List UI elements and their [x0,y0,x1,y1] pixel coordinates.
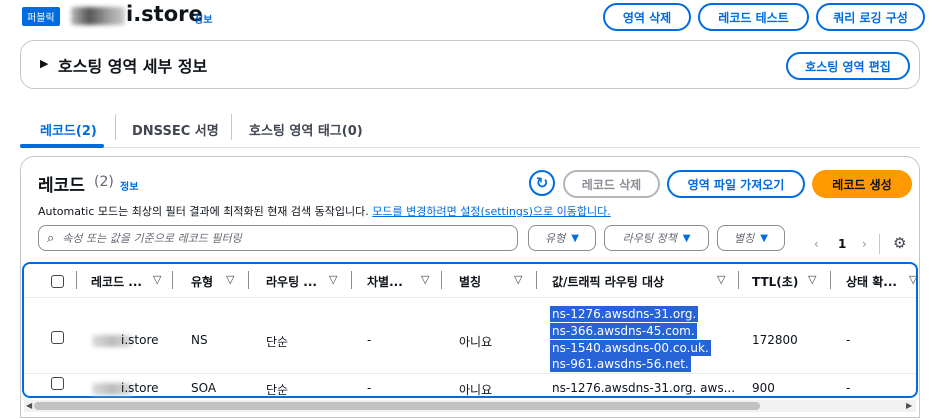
tabs-baseline [20,147,920,148]
column-header-alias[interactable]: 별칭 [459,273,481,290]
records-info-link[interactable]: 정보 [120,178,138,193]
select-all-checkbox[interactable] [51,275,64,288]
next-page-icon[interactable]: › [862,237,867,251]
column-divider[interactable] [172,271,173,289]
sort-icon[interactable]: ▽ [329,273,337,286]
column-divider[interactable] [536,271,537,289]
column-header-record-name[interactable]: 레코드 ... [91,273,142,290]
edit-zone-button[interactable]: 호스팅 영역 편집 [786,52,910,80]
record-value-line: ns-366.awsdns-45.com. [550,323,697,339]
scrollbar-thumb[interactable] [34,402,760,410]
type-filter-select[interactable]: 유형 ▼ [528,225,596,251]
record-ttl: 172800 [752,333,798,347]
delete-zone-button[interactable]: 영역 삭제 [603,3,691,31]
sort-icon[interactable]: ▽ [514,273,522,286]
caret-down-icon: ▼ [571,232,579,244]
record-name: i.store [121,333,159,347]
scroll-left-icon[interactable]: ◀ [26,401,32,410]
sort-icon[interactable]: ▽ [717,273,725,286]
caret-down-icon: ▼ [760,232,768,244]
search-mode-description: Automatic 모드는 최상의 필터 결과에 최적화된 현재 검색 동작입니… [38,203,611,219]
details-title[interactable]: 호스팅 영역 세부 정보 [58,53,207,77]
redacted-zone-prefix [71,7,125,25]
record-differentiator: - [367,381,372,395]
column-divider[interactable] [441,271,442,289]
tab-dnssec[interactable]: DNSSEC 서명 [132,120,219,139]
record-value-line: ns-1276.awsdns-31.org. [550,306,699,322]
sort-icon[interactable]: ▽ [909,273,917,286]
column-header-health-check[interactable]: 상태 확... [846,273,897,290]
description-text: Automatic 모드는 최상의 필터 결과에 최적화된 현재 검색 동작입니… [38,205,369,218]
create-record-button[interactable]: 레코드 생성 [812,170,912,198]
column-header-ttl[interactable]: TTL(초) [752,273,798,290]
prev-page-icon[interactable]: ‹ [814,237,819,251]
active-tab-indicator [20,144,104,148]
search-placeholder: 속성 또는 값을 기준으로 레코드 필터링 [62,232,242,245]
column-header-differentiator[interactable]: 차별... [367,273,403,290]
public-badge: 퍼블릭 [22,7,60,26]
refresh-icon[interactable]: ↻ [529,170,555,196]
record-health-check: - [846,333,851,347]
record-health-check: - [846,381,851,395]
page-title: i.store [126,2,203,26]
record-type: SOA [191,381,217,395]
sort-icon[interactable]: ▽ [421,273,429,286]
record-name: i.store [121,381,159,395]
header-row-divider [24,297,916,298]
column-divider[interactable] [248,271,249,289]
records-title: 레코드 [38,176,85,196]
import-zone-file-button[interactable]: 영역 파일 가져오기 [667,170,805,198]
settings-link[interactable]: 모드를 변경하려면 설정(settings)으로 이동합니다. [372,205,610,218]
column-divider[interactable] [351,271,352,289]
sort-icon[interactable]: ▽ [153,273,161,286]
row-divider [24,373,916,374]
pagination-divider [879,234,880,254]
column-divider [76,271,77,289]
current-page[interactable]: 1 [838,237,846,251]
record-differentiator: - [367,333,372,347]
row-checkbox[interactable] [51,331,64,344]
record-type: NS [191,333,208,347]
column-divider[interactable] [738,271,739,289]
column-divider[interactable] [830,271,831,289]
type-filter-label: 유형 [545,232,566,245]
delete-record-button[interactable]: 레코드 삭제 [563,170,660,198]
tab-divider [115,114,116,140]
record-alias: 아니요 [459,335,493,349]
record-routing-policy: 단순 [266,383,289,397]
settings-gear-icon[interactable]: ⚙ [893,234,906,252]
routing-filter-label: 라우팅 정책 [622,232,677,245]
alias-filter-select[interactable]: 별칭 ▼ [717,225,785,251]
record-routing-policy: 단순 [266,335,289,349]
records-count: (2) [94,174,114,190]
row-checkbox[interactable] [51,377,64,390]
record-ttl: 900 [752,381,775,395]
query-logging-button[interactable]: 쿼리 로깅 구성 [816,3,925,31]
tab-divider [231,114,232,140]
record-value-line: ns-1540.awsdns-00.co.uk. [550,340,711,356]
column-header-type[interactable]: 유형 [191,273,213,290]
hosted-zone-page: 퍼블릭 i.store 정보 영역 삭제 레코드 테스트 쿼리 로깅 구성 ▶ … [0,0,936,420]
caret-down-icon: ▼ [682,232,691,244]
record-filter-input[interactable]: ⌕ 속성 또는 값을 기준으로 레코드 필터링 [38,225,518,251]
search-icon: ⌕ [47,230,55,246]
record-alias: 아니요 [459,383,493,397]
alias-filter-label: 별칭 [734,232,755,245]
tab-tags[interactable]: 호스팅 영역 태그(0) [249,120,363,139]
record-value-line: ns-961.awsdns-56.net. [550,356,691,372]
sort-icon[interactable]: ▽ [808,273,816,286]
record-value: ns-1276.awsdns-31.org. aws... [552,381,736,395]
scroll-right-icon[interactable]: ▶ [906,401,912,410]
info-link[interactable]: 정보 [194,11,212,26]
sort-icon[interactable]: ▽ [226,273,234,286]
expand-caret-icon[interactable]: ▶ [40,57,48,70]
test-record-button[interactable]: 레코드 테스트 [698,3,809,31]
routing-policy-filter-select[interactable]: 라우팅 정책 ▼ [604,225,709,251]
tab-records[interactable]: 레코드(2) [40,120,97,139]
column-header-value[interactable]: 값/트래픽 라우팅 대상 [552,273,664,290]
column-header-routing[interactable]: 라우팅 ... [266,273,317,290]
